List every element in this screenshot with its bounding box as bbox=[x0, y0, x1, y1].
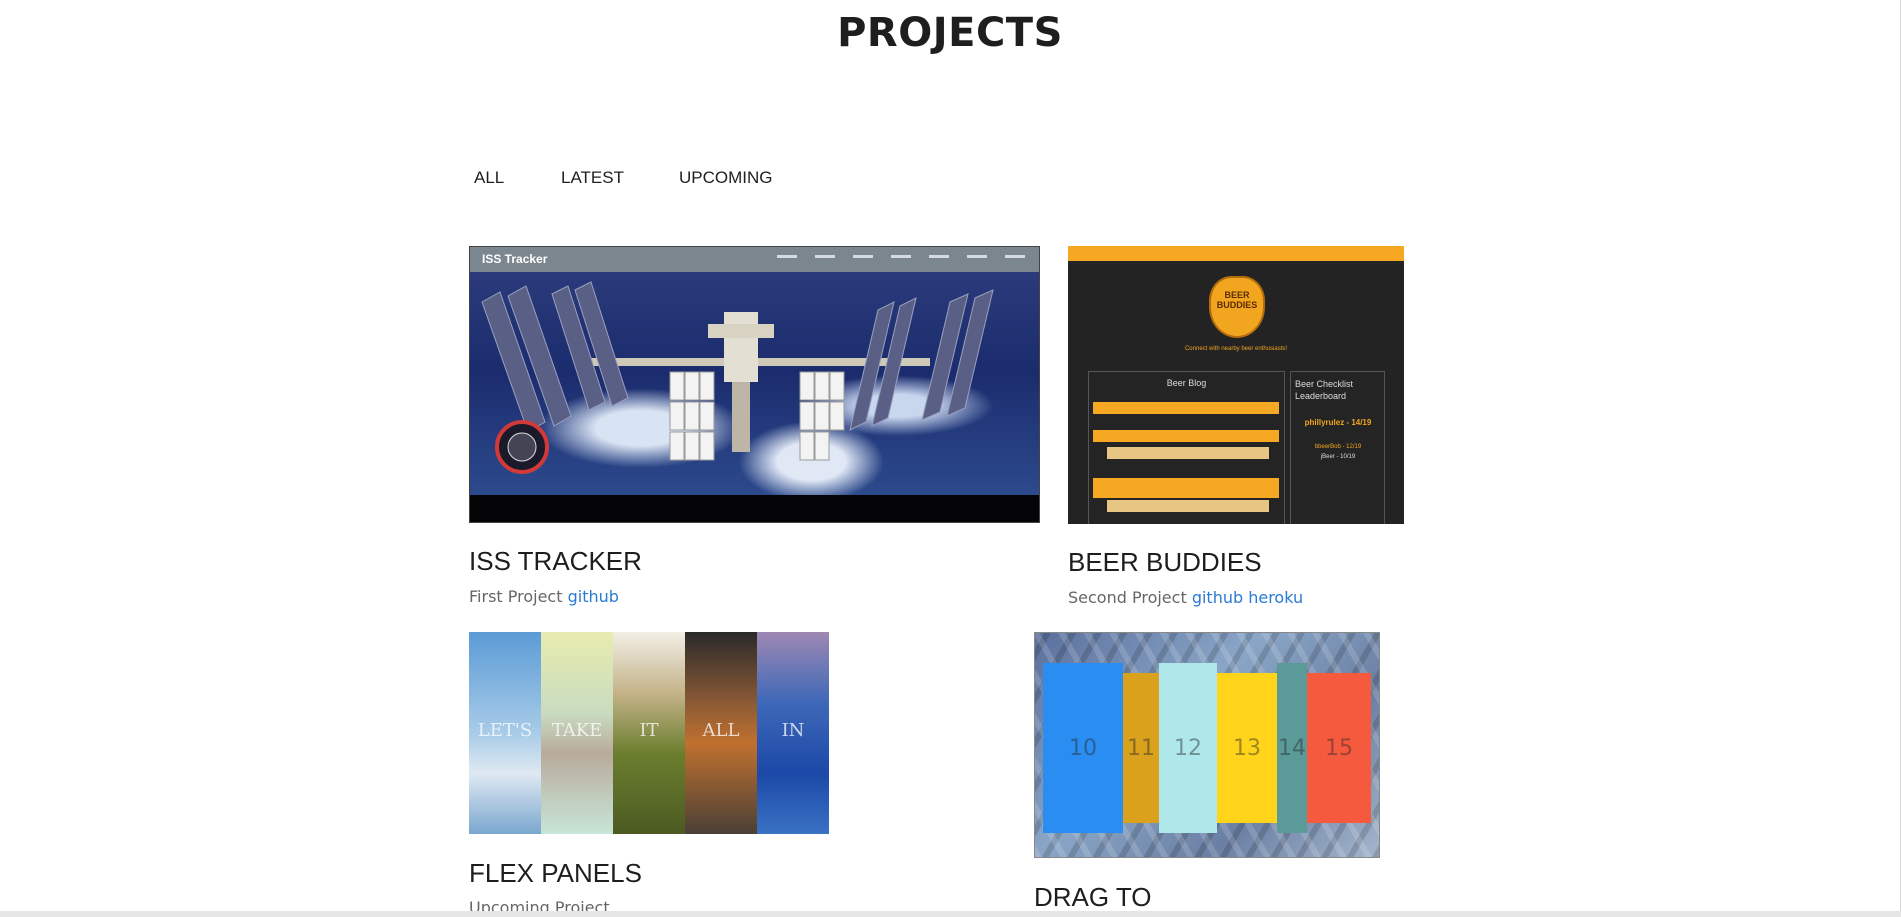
drag-panel: 14 bbox=[1277, 663, 1307, 833]
github-link[interactable]: github bbox=[568, 587, 619, 606]
project-desc-text: First Project bbox=[469, 587, 563, 606]
project-desc-beer: Second Project github heroku bbox=[1068, 588, 1303, 607]
drag-panel: 13 bbox=[1217, 673, 1277, 823]
drag-panel-number: 12 bbox=[1174, 735, 1202, 761]
flex-panel: ALL bbox=[685, 632, 757, 834]
project-desc-text: Second Project bbox=[1068, 588, 1187, 607]
flex-panel: IN bbox=[757, 632, 829, 834]
project-title-flex: FLEX PANELS bbox=[469, 858, 642, 888]
leaderboard-first: phillyrulez - 14/19 bbox=[1304, 418, 1372, 427]
flex-panel: TAKE bbox=[541, 632, 613, 834]
thumbnail-topbar bbox=[1068, 246, 1404, 261]
beer-buddies-thumbnail[interactable]: BEER BUDDIES Connect with nearby beer en… bbox=[1068, 246, 1404, 524]
beer-blog-panel: Beer Blog bbox=[1088, 371, 1285, 524]
filter-upcoming[interactable]: UPCOMING bbox=[679, 168, 773, 188]
page-title: PROJECTS bbox=[837, 10, 1063, 56]
thumbnail-navlinks bbox=[777, 255, 1025, 258]
flex-panel-word: IN bbox=[781, 720, 805, 741]
thumbnail-brand: ISS Tracker bbox=[482, 252, 548, 266]
projects-page: PROJECTS ALL LATEST UPCOMING ISS Tracker bbox=[0, 0, 1900, 917]
heroku-link[interactable]: heroku bbox=[1248, 588, 1303, 607]
drag-panel: 15 bbox=[1307, 673, 1371, 823]
filter-latest[interactable]: LATEST bbox=[561, 168, 624, 188]
iss-tracker-thumbnail[interactable]: ISS Tracker bbox=[469, 246, 1040, 523]
project-title-iss: ISS TRACKER bbox=[469, 546, 642, 576]
drag-to-thumbnail[interactable]: 10 11 12 13 14 15 bbox=[1034, 632, 1380, 858]
space-station-illustration bbox=[481, 281, 994, 474]
drag-panel-number: 13 bbox=[1233, 735, 1261, 761]
horizontal-scrollbar[interactable] bbox=[0, 911, 1901, 917]
filter-all[interactable]: ALL bbox=[474, 168, 504, 188]
leaderboard-panel: Beer Checklist Leaderboard phillyrulez -… bbox=[1290, 371, 1385, 524]
thumbnail-footer bbox=[470, 495, 1039, 522]
space-station-image bbox=[470, 272, 1039, 495]
drag-panel: 11 bbox=[1123, 673, 1159, 823]
flex-panel-word: TAKE bbox=[551, 720, 603, 741]
beer-tagline: Connect with nearby beer enthusiasts! bbox=[1184, 346, 1288, 352]
drag-panel-number: 11 bbox=[1127, 735, 1155, 761]
flex-panel-word: LET'S bbox=[477, 720, 533, 741]
flex-panel-word: IT bbox=[639, 720, 659, 741]
flex-panel: IT bbox=[613, 632, 685, 834]
drag-panel-number: 14 bbox=[1278, 735, 1306, 761]
leaderboard-second: bbeerBob - 12/19 bbox=[1314, 444, 1362, 450]
flex-panel-word: ALL bbox=[702, 720, 740, 741]
drag-panel: 12 bbox=[1159, 663, 1217, 833]
github-link[interactable]: github bbox=[1192, 588, 1243, 607]
drag-panel: 10 bbox=[1043, 663, 1123, 833]
project-title-beer: BEER BUDDIES bbox=[1068, 547, 1262, 577]
beer-logo-text: BEER BUDDIES bbox=[1216, 290, 1258, 310]
beer-blog-title: Beer Blog bbox=[1166, 378, 1207, 388]
drag-panel-number: 15 bbox=[1325, 735, 1353, 761]
project-desc-iss: First Project github bbox=[469, 587, 619, 606]
flex-panels-thumbnail[interactable]: LET'S TAKE IT ALL IN bbox=[469, 632, 829, 834]
leaderboard-title: Beer Checklist Leaderboard bbox=[1295, 379, 1354, 401]
leaderboard-third: jBeer - 10/19 bbox=[1320, 454, 1356, 460]
flex-panel: LET'S bbox=[469, 632, 541, 834]
project-title-drag: DRAG TO bbox=[1034, 882, 1152, 912]
drag-panel-number: 10 bbox=[1069, 735, 1097, 761]
thumbnail-navbar: ISS Tracker bbox=[470, 247, 1039, 272]
